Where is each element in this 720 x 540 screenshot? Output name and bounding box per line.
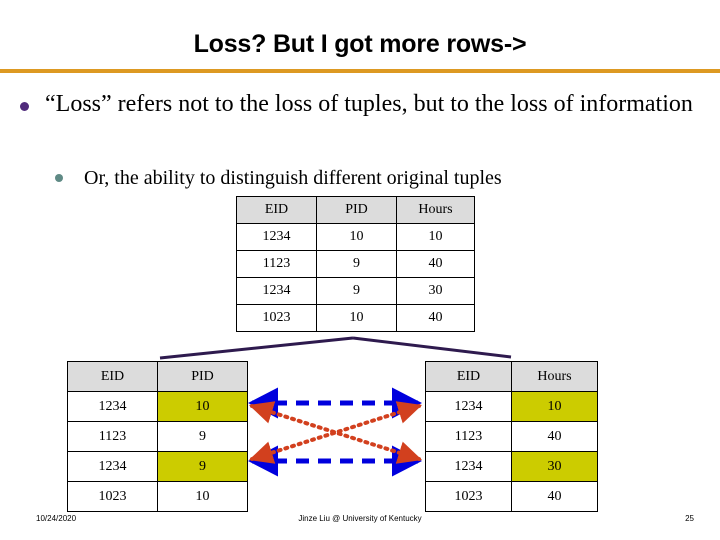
- title-divider: [0, 69, 720, 73]
- table-eid-hours: EID Hours 1234 10 1123 40 1234 30 1023 4…: [425, 361, 598, 512]
- table-cell: 30: [396, 277, 475, 305]
- table-cell: 1234: [67, 391, 158, 422]
- table-row: 1234 10: [67, 391, 248, 422]
- table-cell: 9: [316, 277, 397, 305]
- bullet-level-1-text: “Loss” refers not to the loss of tuples,…: [45, 91, 693, 117]
- table-cell: 40: [511, 481, 598, 512]
- table-cell: 1023: [425, 481, 512, 512]
- table-row: 1123 9 40: [236, 250, 475, 278]
- table-cell: 1123: [425, 421, 512, 452]
- column-header: EID: [236, 196, 317, 224]
- table-header-row: EID PID: [67, 361, 248, 392]
- sub-bullet-dot-icon: [55, 174, 63, 182]
- bullet-dot-icon: [20, 102, 29, 111]
- table-original-relation: EID PID Hours 1234 10 10 1123 9 40 1234 …: [236, 196, 475, 332]
- table-cell: 1234: [236, 223, 317, 251]
- table-cell: 9: [316, 250, 397, 278]
- table-header-row: EID PID Hours: [236, 196, 475, 224]
- bullet-level-1: “Loss” refers not to the loss of tuples,…: [20, 90, 700, 119]
- column-header: EID: [67, 361, 158, 392]
- table-eid-pid: EID PID 1234 10 1123 9 1234 9 1023 10: [67, 361, 248, 512]
- table-cell: 1123: [236, 250, 317, 278]
- table-cell: 9: [157, 421, 248, 452]
- table-cell: 10: [316, 223, 397, 251]
- table-cell: 10: [157, 481, 248, 512]
- table-cell: 1234: [67, 451, 158, 482]
- table-row: 1023 40: [425, 481, 598, 512]
- decomposition-connectors: [159, 336, 512, 360]
- table-row: 1023 10: [67, 481, 248, 512]
- table-cell: 1234: [425, 451, 512, 482]
- column-header: PID: [316, 196, 397, 224]
- table-cell: 1023: [236, 304, 317, 332]
- table-cell: 40: [396, 250, 475, 278]
- table-row: 1023 10 40: [236, 304, 475, 332]
- column-header: PID: [157, 361, 248, 392]
- table-cell: 1023: [67, 481, 158, 512]
- bullet-level-2-text: Or, the ability to distinguish different…: [84, 167, 502, 189]
- column-header: Hours: [396, 196, 475, 224]
- table-row: 1123 9: [67, 421, 248, 452]
- table-row: 1123 40: [425, 421, 598, 452]
- table-cell: 40: [396, 304, 475, 332]
- table-row: 1234 10: [425, 391, 598, 422]
- red-spurious-arrows: [248, 401, 423, 464]
- bullet-level-2: Or, the ability to distinguish different…: [55, 166, 695, 191]
- footer-page-number: 25: [685, 514, 694, 523]
- table-cell-highlighted: 30: [511, 451, 598, 482]
- table-cell-highlighted: 9: [157, 451, 248, 482]
- table-cell: 40: [511, 421, 598, 452]
- table-header-row: EID Hours: [425, 361, 598, 392]
- table-cell: 1234: [236, 277, 317, 305]
- table-row: 1234 10 10: [236, 223, 475, 251]
- column-header: EID: [425, 361, 512, 392]
- table-cell: 10: [396, 223, 475, 251]
- table-cell-highlighted: 10: [157, 391, 248, 422]
- table-row: 1234 9 30: [236, 277, 475, 305]
- page-title: Loss? But I got more rows->: [193, 30, 527, 58]
- table-row: 1234 9: [67, 451, 248, 482]
- table-cell: 1234: [425, 391, 512, 422]
- blue-join-arrows: [247, 387, 423, 477]
- column-header: Hours: [511, 361, 598, 392]
- table-row: 1234 30: [425, 451, 598, 482]
- table-cell: 1123: [67, 421, 158, 452]
- table-cell: 10: [316, 304, 397, 332]
- table-cell-highlighted: 10: [511, 391, 598, 422]
